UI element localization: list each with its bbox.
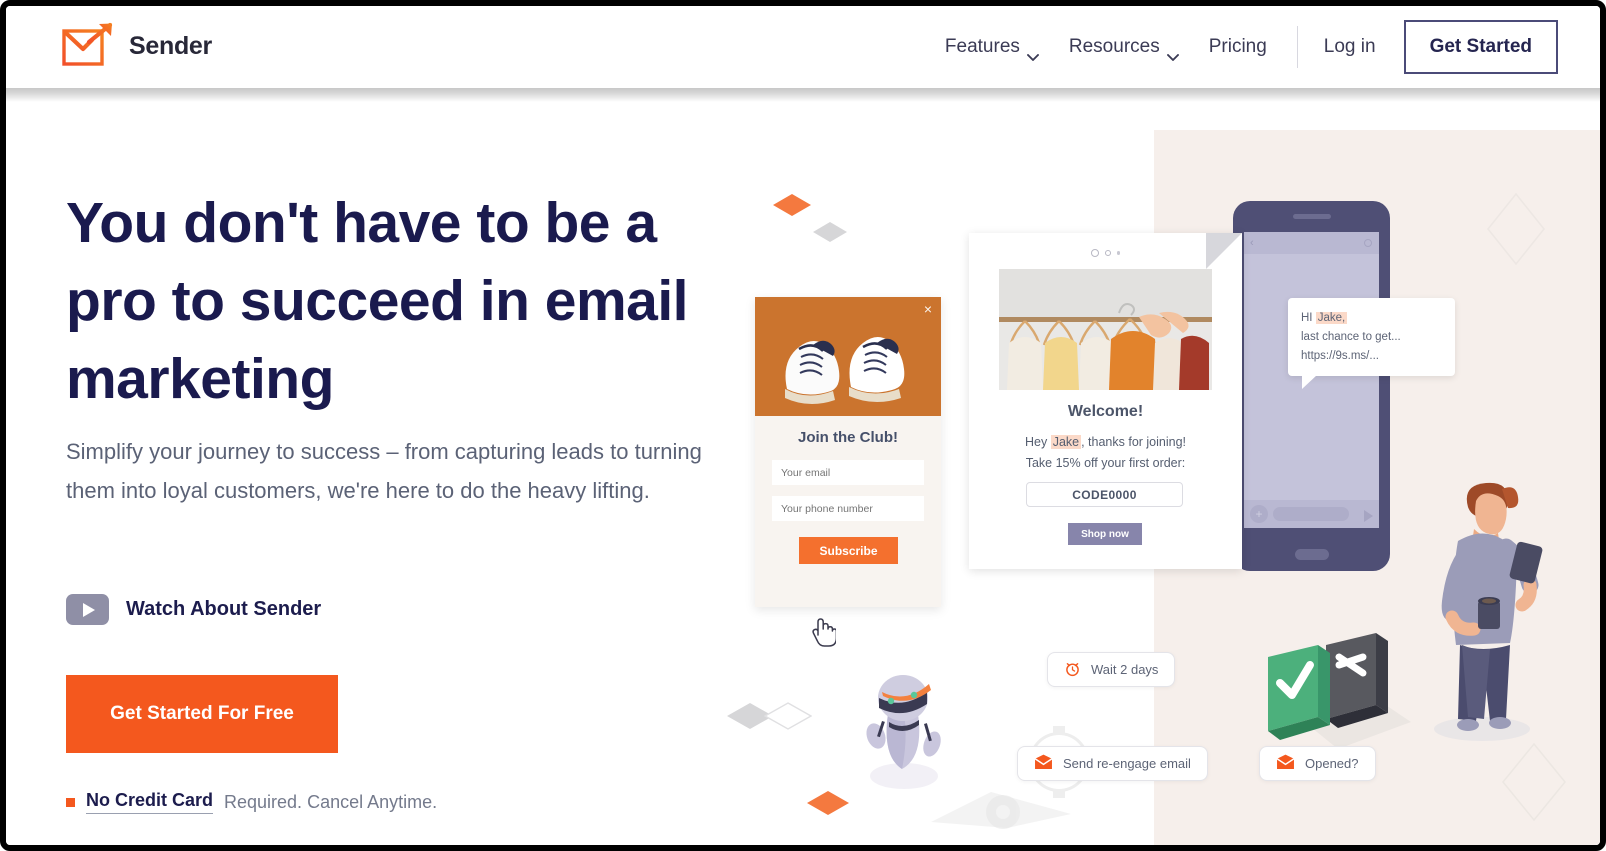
no-credit-card-note: No Credit Card Required. Cancel Anytime. (66, 790, 437, 814)
popup-phone-input[interactable] (772, 496, 924, 521)
sms-line-2: last chance to get... (1301, 331, 1401, 343)
robot-icon (846, 658, 966, 803)
sms-line-3: https://9s.ms/... (1301, 350, 1379, 362)
sms-message-bubble: HI Jake, last chance to get... https://9… (1288, 298, 1455, 389)
play-icon (66, 594, 109, 625)
site-header: Sender Features Resources Pricing Log in… (6, 6, 1600, 88)
chip-wait-2-days[interactable]: Wait 2 days (1047, 652, 1176, 687)
chip-opened[interactable]: Opened? (1259, 746, 1376, 781)
orange-diamond (772, 193, 812, 217)
phone-message-field (1273, 507, 1349, 521)
gear-icon (1364, 239, 1372, 247)
credit-note-strong: No Credit Card (86, 790, 214, 814)
popup-title: Join the Club! (798, 429, 898, 446)
white-sneakers-photo (755, 297, 941, 416)
close-icon[interactable]: × (924, 302, 932, 316)
watch-video-link[interactable]: Watch About Sender (66, 594, 321, 625)
subscribe-button[interactable]: Subscribe (799, 537, 898, 564)
get-started-button[interactable]: Get Started (1403, 20, 1558, 74)
sms-bubble-tail (1302, 375, 1317, 389)
main-nav: Features Resources Pricing Log in Get St… (945, 6, 1558, 88)
person-with-phone-illustration (1406, 477, 1566, 752)
discount-code: CODE0000 (1026, 482, 1183, 507)
browser-window: Sender Features Resources Pricing Log in… (0, 0, 1606, 851)
phone-home-button (1294, 549, 1329, 560)
envelope-check-arrow-icon (61, 22, 115, 70)
nav-divider (1296, 26, 1298, 68)
shop-now-button[interactable]: Shop now (1068, 523, 1142, 545)
send-icon (1364, 510, 1373, 522)
white-outline-diamond (764, 702, 812, 730)
email-line-2: Take 15% off your first order: (1025, 456, 1186, 470)
clothes-rack-photo (999, 269, 1212, 390)
nav-item-label: Pricing (1208, 36, 1267, 57)
square-bullet-icon (66, 797, 75, 807)
alarm-clock-icon (1064, 660, 1081, 680)
nav-item-pricing[interactable]: Pricing (1209, 36, 1267, 58)
email-greeting-rest: , thanks for joining! (1081, 435, 1187, 449)
email-line-1: Hey Jake, thanks for joining! (969, 435, 1242, 449)
sms-name-highlight: Jake, (1315, 312, 1348, 324)
nav-item-resources[interactable]: Resources (1068, 36, 1179, 61)
logo[interactable]: Sender (61, 22, 212, 70)
signup-popup-card: × Join the Club! Subscribe (755, 297, 941, 607)
page-title: You don't have to be a pro to succeed in… (66, 191, 689, 411)
chip-send-re-engage-email[interactable]: Send re-engage email (1017, 746, 1208, 781)
plus-icon: + (1250, 505, 1268, 523)
phone-speaker (1292, 214, 1331, 219)
carousel-dots-icon (969, 249, 1242, 257)
email-name-highlight: Jake (1050, 435, 1082, 449)
orange-diamond (806, 790, 850, 816)
login-link[interactable]: Log in (1324, 36, 1376, 58)
chevron-down-icon (1166, 45, 1179, 61)
hero-illustration: Wait 2 days Send re-engage email Opened? (706, 102, 1600, 845)
nav-item-label: Features (944, 36, 1020, 57)
pointing-hand-cursor (810, 615, 838, 652)
grey-outline-diamond (1486, 192, 1546, 266)
nav-item-label: Resources (1068, 36, 1160, 57)
chevron-down-icon (1026, 45, 1039, 61)
chip-label: Opened? (1305, 756, 1359, 771)
sms-greeting: HI (1301, 312, 1316, 324)
phone-input-bar: + (1244, 500, 1379, 528)
header-shadow (6, 88, 1600, 102)
envelope-icon (1034, 754, 1053, 773)
email-greeting: Hey (1024, 435, 1051, 449)
envelope-icon (1276, 754, 1295, 773)
hero-subtitle: Simplify your journey to success – from … (66, 439, 702, 503)
logo-text: Sender (129, 31, 212, 60)
popup-email-input[interactable] (772, 460, 924, 485)
landing-page: Sender Features Resources Pricing Log in… (6, 6, 1600, 845)
credit-note-rest: Required. Cancel Anytime. (224, 791, 438, 812)
chip-label: Send re-engage email (1063, 756, 1191, 771)
email-heading: Welcome! (1067, 403, 1144, 420)
watch-video-label: Watch About Sender (126, 598, 322, 620)
back-chevron-icon: ‹ (1250, 237, 1254, 249)
grey-outline-diamond (1501, 742, 1567, 822)
nav-item-features[interactable]: Features (944, 36, 1039, 61)
chip-label: Wait 2 days (1091, 662, 1159, 677)
email-preview-card: Welcome! Hey Jake, thanks for joining! T… (969, 233, 1242, 569)
phone-status-bar: ‹ (1244, 232, 1379, 254)
sms-line-1: HI Jake, (1301, 309, 1442, 328)
grey-diamond (812, 221, 848, 243)
get-started-for-free-button[interactable]: Get Started For Free (66, 675, 338, 753)
